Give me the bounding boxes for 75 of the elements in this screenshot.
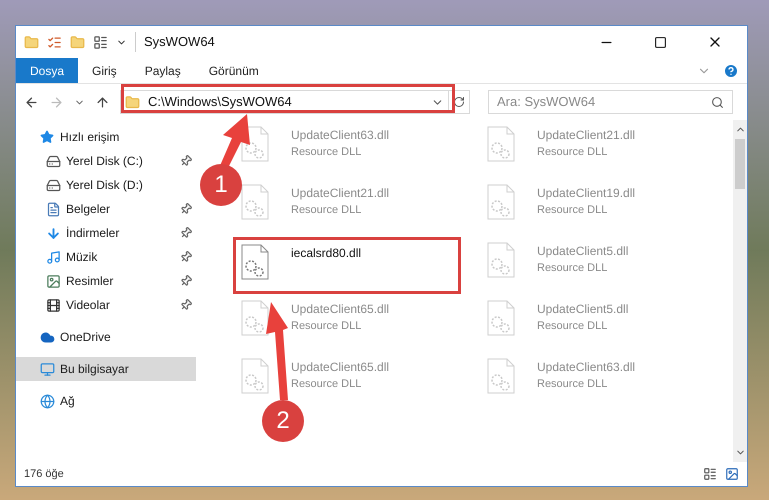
sidebar-label: Resimler — [66, 273, 114, 290]
file-type: Resource DLL — [291, 319, 362, 334]
ribbon-tab[interactable]: Paylaş — [130, 58, 195, 83]
sidebar-item[interactable]: Bu bilgisayar — [16, 357, 196, 381]
file-gear-icon — [487, 358, 515, 394]
search-input[interactable]: Ara: SysWOW64 — [497, 92, 711, 112]
large-icons-view-icon[interactable] — [725, 467, 739, 481]
sidebar-label: Bu bilgisayar — [60, 361, 129, 378]
sidebar-label: Müzik — [66, 249, 98, 266]
sidebar-label: Ağ — [60, 393, 75, 410]
file-name[interactable]: iecalsrd80.dll — [291, 244, 362, 262]
file-gear-icon — [241, 300, 269, 336]
sidebar-item[interactable]: Müzik — [16, 245, 196, 269]
ribbon-tab[interactable]: Giriş — [78, 58, 131, 83]
file-gear-icon — [487, 300, 515, 336]
search-field[interactable]: Ara: SysWOW64 — [488, 90, 733, 114]
star-icon — [40, 130, 54, 144]
document-icon — [46, 202, 61, 216]
folder-icon — [125, 94, 140, 110]
item-count: 176 öğe — [24, 466, 64, 482]
sidebar-label: Yerel Disk (D:) — [66, 177, 143, 194]
sidebar-label: Yerel Disk (C:) — [66, 153, 143, 170]
sidebar-label: OneDrive — [60, 329, 111, 346]
sidebar-label: İndirmeler — [66, 225, 120, 242]
file-type: Resource DLL — [537, 203, 608, 218]
address-field[interactable]: C:\Windows\SysWOW64 — [120, 90, 470, 114]
sidebar-label: Videolar — [66, 297, 110, 314]
file-type: Resource DLL — [537, 319, 608, 334]
back-icon[interactable] — [24, 94, 39, 110]
search-icon[interactable] — [711, 96, 724, 108]
refresh-icon[interactable] — [453, 96, 465, 108]
sidebar-item[interactable]: OneDrive — [16, 325, 196, 349]
picture-icon — [46, 274, 61, 288]
file-gear-icon — [241, 244, 269, 280]
sidebar-item[interactable]: İndirmeler — [16, 221, 196, 245]
file-gear-icon — [487, 242, 515, 278]
details-view-icon[interactable] — [703, 467, 717, 481]
file-type: Resource DLL — [291, 377, 362, 392]
sidebar-item[interactable]: Belgeler — [16, 197, 196, 221]
file-gear-icon — [241, 184, 269, 220]
network-icon — [40, 394, 55, 408]
sidebar-label: Hızlı erişim — [60, 129, 120, 146]
address-path: C:\Windows\SysWOW64 — [148, 93, 292, 112]
ribbon-tab[interactable]: Görünüm — [194, 58, 273, 83]
sidebar-item[interactable]: Resimler — [16, 269, 196, 293]
sidebar-item[interactable]: Hızlı erişim — [16, 125, 196, 149]
download-icon — [46, 226, 61, 240]
maximize-icon[interactable] — [654, 36, 667, 48]
sidebar-label: Belgeler — [66, 201, 110, 218]
sidebar-item[interactable]: Yerel Disk (D:) — [16, 173, 196, 197]
file-type: Resource DLL — [537, 377, 608, 392]
ribbon-tab[interactable]: Dosya — [16, 58, 78, 83]
cloud-icon — [40, 330, 55, 344]
help-icon[interactable] — [723, 62, 739, 78]
music-icon — [46, 250, 61, 264]
sidebar-item[interactable]: Ağ — [16, 389, 196, 413]
file-gear-icon — [487, 126, 515, 162]
customize-icon[interactable] — [93, 34, 108, 50]
file-type: Resource DLL — [291, 145, 362, 160]
up-icon[interactable] — [95, 94, 110, 110]
drive-icon — [46, 154, 61, 168]
monitor-icon — [40, 362, 55, 376]
film-icon — [46, 298, 61, 312]
drive-icon — [46, 178, 61, 192]
file-gear-icon — [487, 184, 515, 220]
sidebar-item[interactable]: Yerel Disk (C:) — [16, 149, 196, 173]
file-type: Resource DLL — [537, 261, 608, 276]
scroll-thumb[interactable] — [735, 139, 745, 189]
file-type: Resource DLL — [291, 203, 362, 218]
sidebar-item[interactable]: Videolar — [16, 293, 196, 317]
scrollbar[interactable] — [733, 120, 747, 462]
file-type: Resource DLL — [537, 145, 608, 160]
properties-icon[interactable] — [47, 34, 62, 50]
window-title: SysWOW64 — [135, 32, 215, 52]
file-gear-icon — [241, 358, 269, 394]
